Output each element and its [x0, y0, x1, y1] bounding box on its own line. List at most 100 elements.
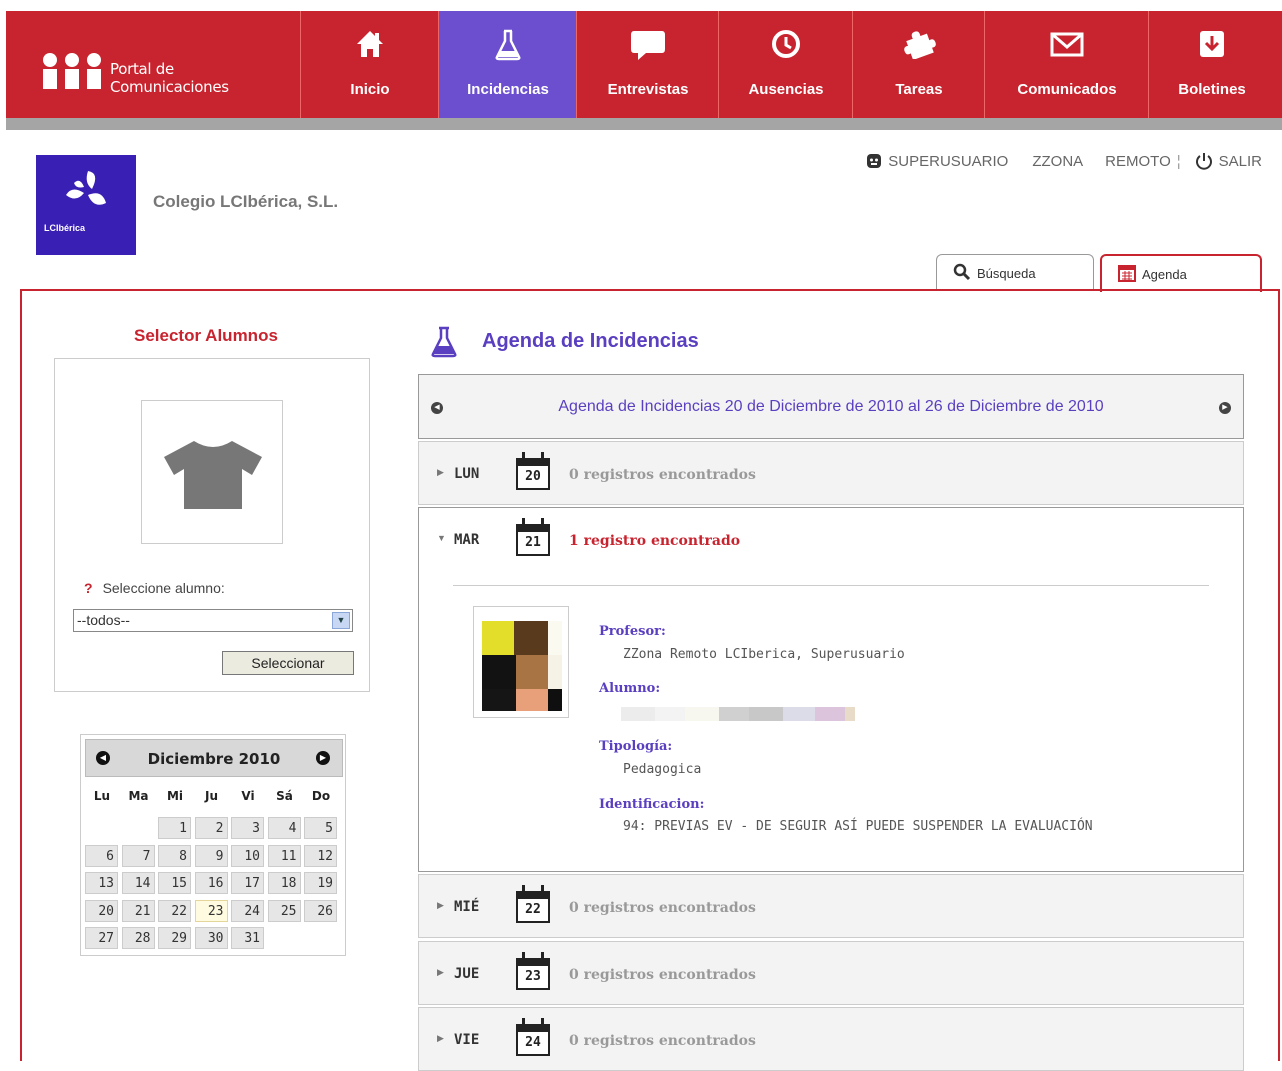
calendar-day[interactable]: 21: [121, 899, 155, 922]
teacher-avatar: [473, 606, 569, 718]
download-icon: [1149, 29, 1275, 61]
selector-title: Selector Alumnos: [134, 326, 278, 345]
caret-right-icon[interactable]: ▶: [437, 1033, 444, 1044]
nav-incidencias[interactable]: Incidencias: [438, 11, 577, 118]
flask-icon: [431, 326, 457, 358]
user-menu: SUPERUSUARIO ZZONA REMOTO ¦ SALIR: [866, 152, 1262, 170]
tshirt-icon: [164, 441, 262, 509]
nav-bottom-bar: [6, 118, 1282, 130]
calendar-icon: [1118, 265, 1136, 282]
nav-incidencias-label: Incidencias: [467, 81, 549, 98]
week-navigator: ◀ Agenda de Incidencias 20 de Diciembre …: [418, 374, 1244, 439]
calendar-day[interactable]: 18: [267, 872, 301, 894]
calendar-day[interactable]: 20: [85, 899, 118, 922]
calendar-day[interactable]: 5: [304, 817, 337, 839]
nav-inicio[interactable]: Inicio: [300, 11, 439, 118]
calendar-day[interactable]: 22: [158, 899, 191, 922]
record-detail: Profesor: ZZona Remoto LCIberica, Superu…: [418, 569, 1244, 872]
calendar-day[interactable]: 24: [231, 899, 264, 922]
day-row[interactable]: ▶ JUE 23 0 registros encontrados: [418, 941, 1244, 1005]
nav-boletines[interactable]: Boletines: [1148, 11, 1275, 118]
student-select[interactable]: --todos-- ▼: [73, 609, 353, 632]
calendar-day[interactable]: 11: [267, 844, 301, 867]
day-name: VIE: [454, 1032, 480, 1048]
student-select-value: --todos--: [77, 612, 130, 628]
student-photo: [141, 400, 283, 544]
nav-entrevistas-label: Entrevistas: [607, 81, 689, 98]
nav-ausencias-label: Ausencias: [748, 81, 824, 98]
tab-busqueda[interactable]: Búsqueda: [936, 254, 1094, 291]
nav-entrevistas[interactable]: Entrevistas: [576, 11, 719, 118]
nav-boletines-label: Boletines: [1178, 81, 1246, 98]
calendar-day[interactable]: 15: [158, 872, 191, 894]
calendar-day[interactable]: 16: [194, 872, 228, 894]
next-week-icon[interactable]: ▶: [1219, 402, 1231, 414]
identificacion-value: 94: PREVIAS EV - DE SEGUIR ASÍ PUEDE SUS…: [623, 819, 1093, 834]
calendar-day[interactable]: 26: [304, 899, 337, 922]
calendar-day[interactable]: 19: [304, 872, 337, 894]
help-icon[interactable]: ?: [84, 580, 93, 596]
user-name[interactable]: SUPERUSUARIO: [888, 153, 1008, 170]
calendar-day[interactable]: 1: [158, 817, 191, 839]
calendar-day[interactable]: 12: [304, 844, 337, 867]
calendar-day[interactable]: 6: [85, 844, 118, 867]
calendar-day[interactable]: 25: [267, 899, 301, 922]
caret-right-icon[interactable]: ▶: [437, 967, 444, 978]
user-remote[interactable]: REMOTO: [1105, 153, 1171, 170]
calendar-day[interactable]: 2: [194, 817, 228, 839]
calendar-day[interactable]: 4: [267, 817, 301, 839]
calendar-day[interactable]: 31: [231, 927, 264, 949]
day-date: 23: [516, 964, 550, 990]
calendar-day[interactable]: 17: [231, 872, 264, 894]
nav-comunicados[interactable]: Comunicados: [984, 11, 1149, 118]
user-zone[interactable]: ZZONA: [1032, 153, 1083, 170]
calendar-day[interactable]: 14: [121, 872, 155, 894]
day-name: MIÉ: [454, 899, 480, 915]
day-row[interactable]: ▶ VIE 24 0 registros encontrados: [418, 1007, 1244, 1071]
caret-right-icon[interactable]: ▶: [437, 467, 444, 478]
calendar-day[interactable]: 13: [85, 872, 118, 894]
calendar-day-today[interactable]: 23: [194, 899, 228, 922]
tab-agenda[interactable]: Agenda: [1100, 254, 1262, 292]
day-date: 22: [516, 897, 550, 923]
calendar-day[interactable]: 8: [158, 844, 191, 867]
calendar-day[interactable]: 27: [85, 927, 118, 949]
calendar-date-icon: 24: [516, 1018, 550, 1056]
selector-label: ? Seleccione alumno:: [84, 580, 225, 596]
power-icon[interactable]: [1195, 152, 1213, 170]
portal-logo[interactable]: Portal de Comunicaciones: [6, 11, 300, 118]
day-name: MAR: [454, 532, 480, 548]
profesor-label: Profesor:: [599, 624, 666, 639]
day-record-count: 0 registros encontrados: [569, 467, 756, 483]
leaf-icon: [66, 171, 106, 205]
day-record-count: 0 registros encontrados: [569, 967, 756, 983]
day-date: 20: [516, 464, 550, 490]
day-row[interactable]: ▶ LUN 20 0 registros encontrados: [418, 441, 1244, 505]
speech-bubble-icon: [577, 29, 719, 61]
caret-right-icon[interactable]: ▶: [437, 900, 444, 911]
alumno-value-redacted: [621, 707, 855, 721]
calendar-day[interactable]: 9: [194, 844, 228, 867]
next-month-icon[interactable]: ▶: [316, 751, 330, 765]
chevron-down-icon[interactable]: ▼: [332, 612, 350, 629]
day-row[interactable]: ▼ MAR 21 1 registro encontrado: [418, 507, 1244, 571]
calendar-date-icon: 20: [516, 452, 550, 490]
envelope-icon: [985, 29, 1149, 61]
calendar-weekday: Ma: [128, 789, 149, 803]
calendar-day[interactable]: 30: [194, 927, 228, 949]
calendar-day[interactable]: 7: [121, 844, 155, 867]
nav-tareas-label: Tareas: [895, 81, 943, 98]
nav-tareas[interactable]: Tareas: [852, 11, 985, 118]
nav-ausencias[interactable]: Ausencias: [718, 11, 853, 118]
logout-link[interactable]: SALIR: [1219, 153, 1262, 170]
caret-down-icon[interactable]: ▼: [437, 533, 446, 543]
calendar-day[interactable]: 3: [231, 817, 264, 839]
profesor-value: ZZona Remoto LCIberica, Superusuario: [623, 647, 905, 662]
calendar-day[interactable]: 28: [121, 927, 155, 949]
calendar-day[interactable]: 29: [158, 927, 191, 949]
calendar-day[interactable]: 10: [231, 844, 264, 867]
school-logo: LCIbérica: [36, 155, 136, 255]
select-button[interactable]: Seleccionar: [222, 651, 354, 675]
calendar-header: ◀ Diciembre 2010 ▶: [85, 739, 343, 777]
day-row[interactable]: ▶ MIÉ 22 0 registros encontrados: [418, 874, 1244, 938]
